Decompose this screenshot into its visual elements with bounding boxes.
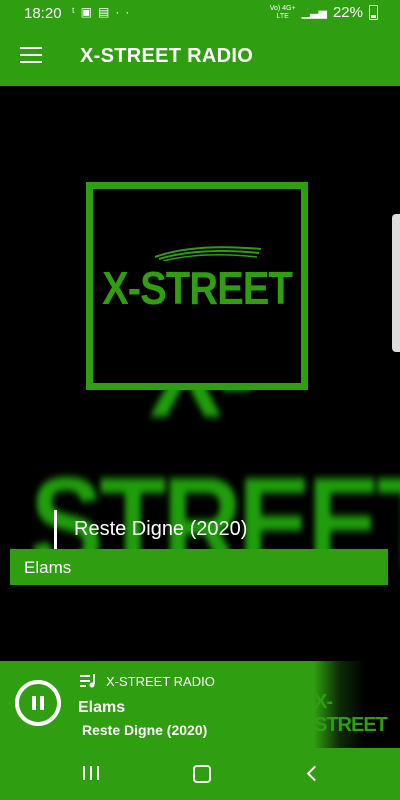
scroll-handle[interactable] xyxy=(392,214,400,352)
app-title: X-STREET RADIO xyxy=(80,45,254,67)
calendar-icon: ▤ xyxy=(97,5,116,19)
system-nav-bar xyxy=(0,748,400,800)
hamburger-menu-icon[interactable] xyxy=(20,47,42,65)
image-icon: ▣ xyxy=(80,5,98,19)
back-icon[interactable] xyxy=(306,765,323,782)
album-cover: X-STREET xyxy=(86,182,308,390)
home-icon[interactable] xyxy=(193,765,211,783)
queue-music-icon xyxy=(80,674,95,688)
wave-logo-icon xyxy=(154,246,262,261)
network-type-top: Vo) 4G+ xyxy=(269,4,296,12)
pause-icon-bar xyxy=(40,696,44,710)
status-bar: 18:20 ᵗ▣▤·· Vo) 4G+ LTE ▁▃▅ 22% xyxy=(0,0,400,28)
pause-button[interactable] xyxy=(15,680,61,726)
thumbnail-logo-text: X-STREET xyxy=(314,691,388,736)
artist-banner: Elams xyxy=(10,549,388,585)
track-divider xyxy=(54,510,57,550)
player-artist: Elams xyxy=(78,699,126,716)
status-right-icons: Vo) 4G+ LTE ▁▃▅ 22% xyxy=(270,4,378,21)
player-song: Reste Digne (2020) xyxy=(82,722,208,738)
track-title: Reste Digne (2020) xyxy=(74,518,248,540)
battery-icon xyxy=(369,5,378,20)
notification-icon: ᵗ xyxy=(72,5,81,19)
app-bar: X-STREET RADIO xyxy=(0,28,400,86)
status-time: 18:20 xyxy=(24,5,62,22)
cover-logo-text: X-STREET xyxy=(102,263,293,315)
signal-icon: ▁▃▅ xyxy=(301,7,327,19)
recents-icon[interactable] xyxy=(83,766,99,780)
player-thumbnail: X-STREET xyxy=(314,661,400,748)
now-playing-area: X-STREET X-STREET Reste Digne (2020) Ela… xyxy=(0,86,400,661)
status-notification-icons: ᵗ▣▤·· xyxy=(72,5,135,19)
player-station: X-STREET RADIO xyxy=(106,674,215,689)
network-indicator: Vo) 4G+ LTE xyxy=(270,5,296,21)
pause-icon xyxy=(32,696,36,710)
network-type-bottom: LTE xyxy=(276,12,289,20)
mini-player[interactable]: X-STREET RADIO Elams Reste Digne (2020) … xyxy=(0,661,400,748)
artist-name: Elams xyxy=(24,558,72,577)
more-dots-icon: ·· xyxy=(115,5,136,19)
battery-percent: 22% xyxy=(332,4,363,21)
